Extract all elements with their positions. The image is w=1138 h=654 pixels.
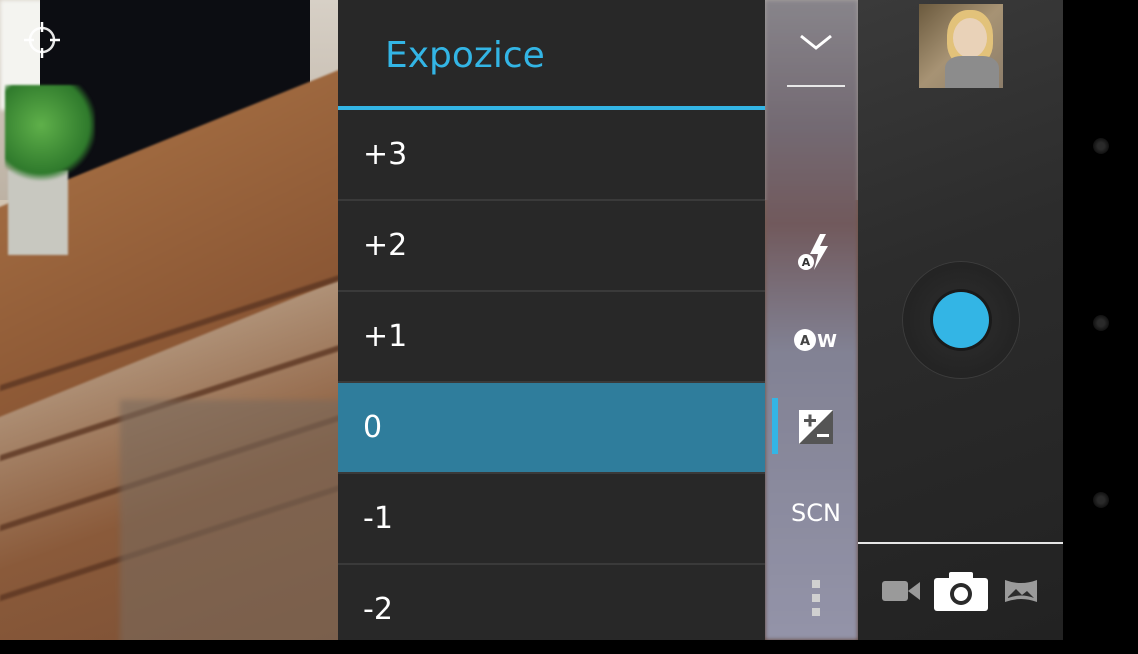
exposure-option-label: +3	[363, 137, 408, 172]
panorama-icon	[1005, 580, 1037, 602]
exposure-option[interactable]: -1	[338, 474, 765, 565]
last-photo-thumbnail[interactable]	[919, 4, 1003, 88]
photo-mode-button[interactable]	[932, 568, 990, 614]
flash-auto-button[interactable]: A	[788, 230, 844, 274]
scene-mode-button[interactable]: SCN	[788, 496, 844, 530]
exposure-option-selected[interactable]: 0	[338, 383, 765, 474]
exposure-option-label: +2	[363, 228, 408, 263]
exposure-option[interactable]: +1	[338, 292, 765, 383]
nav-home-dot[interactable]	[1093, 315, 1109, 331]
mode-divider	[858, 542, 1063, 544]
svg-text:A: A	[800, 334, 810, 349]
exposure-option-label: +1	[363, 319, 408, 354]
nav-recents-dot[interactable]	[1093, 492, 1109, 508]
exposure-button[interactable]	[788, 408, 844, 446]
exposure-option[interactable]: +3	[338, 110, 765, 201]
white-balance-auto-icon: A W	[794, 329, 837, 352]
exposure-title: Expozice	[385, 34, 545, 76]
shutter-button-center[interactable]	[933, 292, 989, 348]
exposure-option-label: 0	[363, 410, 383, 445]
active-setting-indicator	[772, 398, 778, 454]
chevron-down-icon	[800, 34, 832, 50]
video-camera-icon	[882, 581, 920, 601]
exposure-icon	[799, 410, 833, 444]
scene-mode-label: SCN	[791, 499, 841, 527]
thumbnail-body	[945, 56, 999, 88]
exposure-option[interactable]: -2	[338, 565, 765, 654]
photo-camera-icon	[934, 572, 988, 611]
collapse-button[interactable]	[788, 22, 844, 62]
exposure-option-label: -1	[363, 501, 393, 536]
exposure-option-label: -2	[363, 592, 393, 627]
svg-text:W: W	[817, 331, 837, 352]
exposure-header: Expozice	[338, 0, 765, 110]
scene-plant	[5, 85, 95, 185]
panorama-mode-button[interactable]	[1000, 568, 1042, 614]
video-mode-button[interactable]	[880, 568, 922, 614]
nav-back-dot[interactable]	[1093, 138, 1109, 154]
more-button[interactable]	[802, 578, 830, 618]
thumbnail-face	[953, 18, 987, 58]
focus-reticle-icon	[24, 22, 60, 58]
flash-auto-icon: A	[798, 234, 828, 270]
svg-text:A: A	[802, 256, 811, 269]
exposure-option[interactable]: +2	[338, 201, 765, 292]
divider	[787, 85, 845, 87]
exposure-panel: Expozice +3 +2 +1 0 -1 -2	[338, 0, 765, 640]
white-balance-button[interactable]: A W	[788, 322, 844, 358]
settings-strip	[765, 0, 858, 640]
more-icon	[812, 580, 820, 616]
